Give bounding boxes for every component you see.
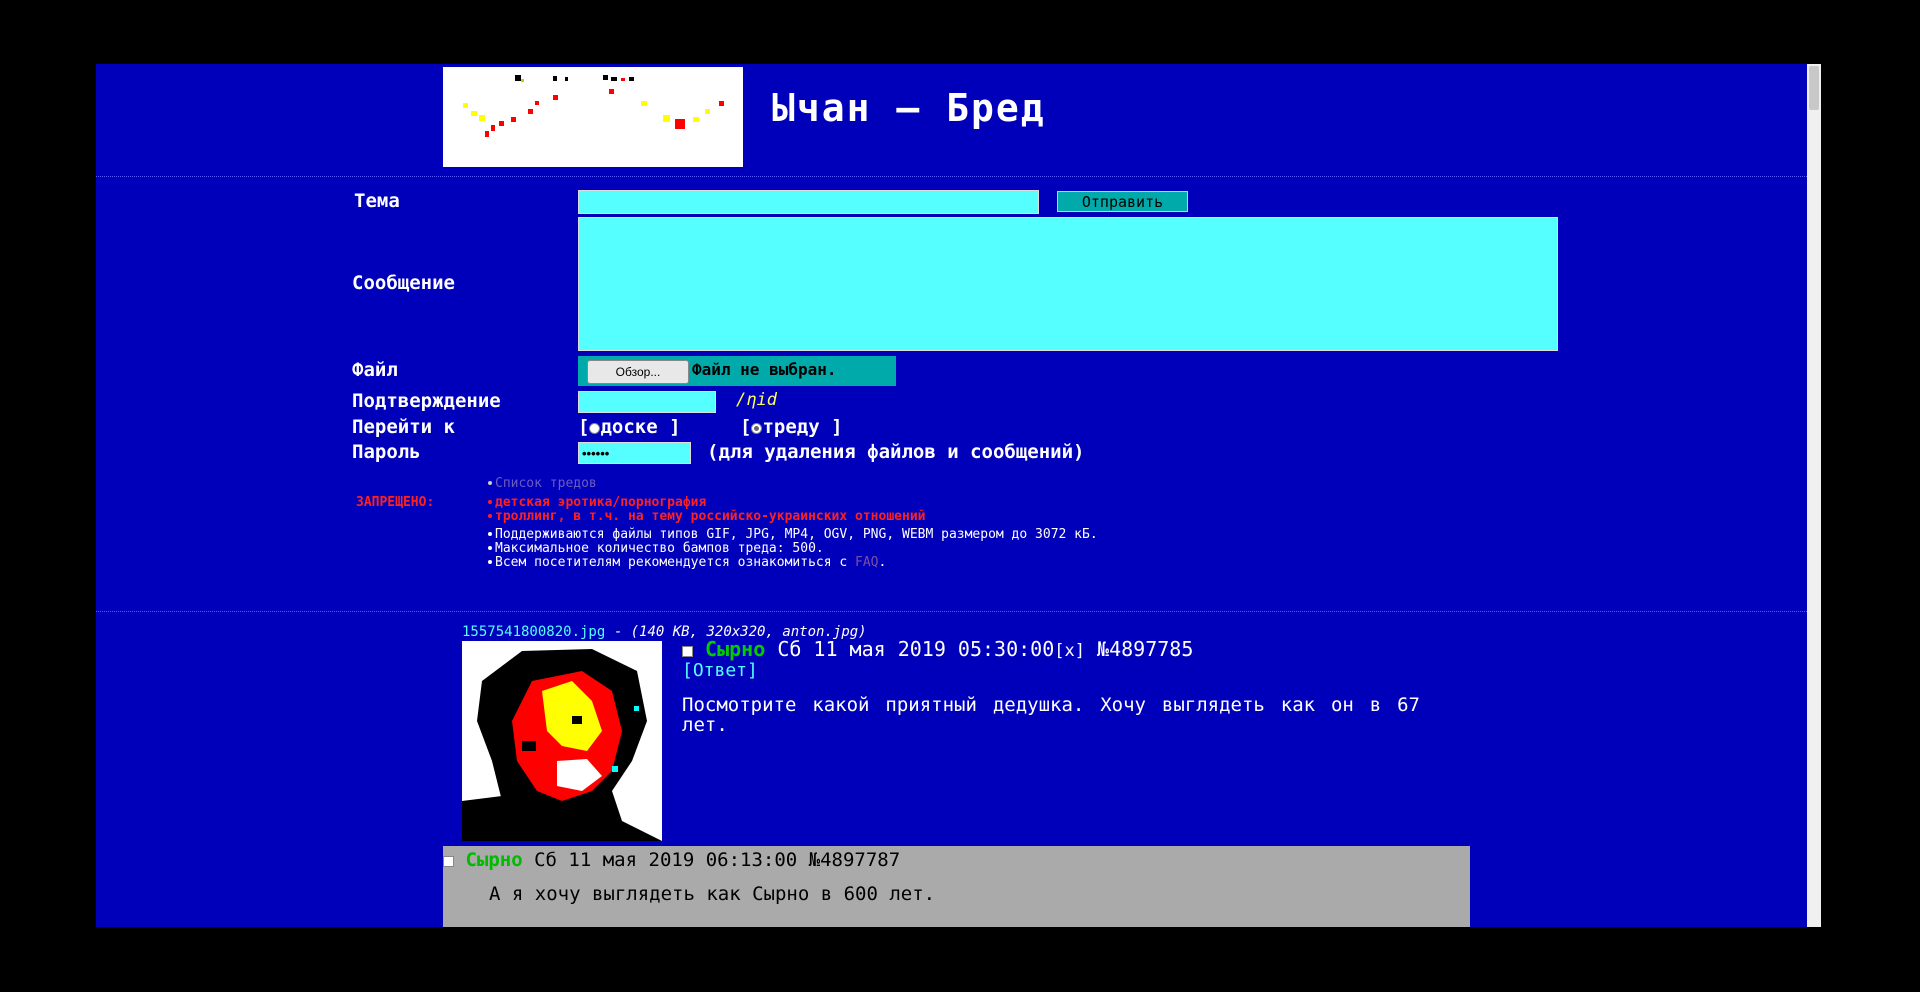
vertical-scrollbar[interactable]	[1807, 64, 1821, 927]
op-date: Сб 11 мая 2019 05:30:00	[777, 637, 1055, 661]
op-post-number[interactable]: №4897785	[1097, 637, 1193, 661]
goto-board-radio[interactable]	[589, 423, 601, 434]
goto-thread-label: треду	[762, 416, 820, 438]
header-divider	[96, 176, 1821, 177]
info-item: Максимальное количество бампов треда: 50…	[488, 542, 824, 556]
reply-poster-name: Сырно	[465, 849, 523, 871]
password-label: Пароль	[352, 441, 421, 463]
bullet-icon	[488, 514, 492, 518]
message-label: Сообщение	[352, 272, 455, 294]
reply-post-number[interactable]: №4897787	[809, 849, 901, 871]
goto-thread-option[interactable]: [треду ]	[740, 416, 843, 438]
reply-post: Сырно Сб 11 мая 2019 06:13:00 №4897787 А…	[443, 846, 1470, 927]
page: Ычан — Бред Тема Отправить Сообщение Фай…	[96, 64, 1821, 927]
file-link[interactable]: 1557541800820.jpg	[462, 624, 605, 640]
browse-button[interactable]: Обзор...	[587, 360, 689, 384]
scrollbar-thumb[interactable]	[1809, 66, 1819, 110]
forbidden-item: троллинг, в т.ч. на тему российско-украи…	[488, 510, 925, 524]
submit-button[interactable]: Отправить	[1057, 191, 1188, 212]
goto-thread-radio[interactable]	[751, 423, 763, 434]
faq-item: Всем посетителям рекомендуется ознакомит…	[488, 556, 886, 570]
faq-link[interactable]: FAQ	[855, 555, 878, 570]
file-status: Файл не выбран.	[692, 360, 837, 379]
forbidden-item: детская эротика/порнография	[488, 496, 706, 510]
bullet-icon	[488, 560, 492, 564]
op-reply-link[interactable]: [Ответ]	[682, 660, 758, 681]
op-poster-name: Сырно	[705, 637, 766, 661]
message-textarea[interactable]	[578, 217, 1558, 351]
op-post-header: Сырно Сб 11 мая 2019 05:30:00[x] №489778…	[682, 637, 1193, 661]
password-hint: (для удаления файлов и сообщений)	[707, 441, 1085, 463]
forbidden-label: ЗАПРЕЩЕНО:	[356, 495, 435, 510]
subject-label: Тема	[354, 190, 400, 212]
bullet-icon	[488, 532, 492, 536]
board-logo	[443, 67, 743, 167]
captcha-input[interactable]	[578, 391, 716, 413]
goto-board-option[interactable]: [доске ]	[578, 416, 681, 438]
reply-message: А я хочу выглядеть как Сырно в 600 лет.	[489, 883, 936, 905]
reply-checkbox[interactable]	[443, 856, 454, 867]
op-message: Посмотрите какой приятный дедушка. Хочу …	[682, 694, 1420, 736]
thread-list-link[interactable]: Список тредов	[495, 476, 597, 491]
goto-label: Перейти к	[352, 416, 455, 438]
captcha-label: Подтверждение	[352, 390, 501, 412]
form-divider	[96, 611, 1821, 612]
file-label: Файл	[352, 359, 398, 381]
reply-post-header: Сырно Сб 11 мая 2019 06:13:00 №4897787	[443, 849, 900, 871]
info-item: Поддерживаются файлы типов GIF, JPG, MP4…	[488, 528, 1098, 542]
thread-list-item[interactable]: Список тредов	[488, 477, 597, 491]
op-thumbnail[interactable]	[462, 641, 662, 841]
captcha-image: /ηid	[736, 390, 777, 410]
password-input[interactable]	[578, 442, 691, 464]
reply-date: Сб 11 мая 2019 06:13:00	[534, 849, 798, 871]
subject-input[interactable]	[578, 190, 1039, 214]
board-title: Ычан — Бред	[772, 86, 1046, 130]
bullet-icon	[488, 481, 492, 485]
op-delete-link[interactable]: [x]	[1054, 641, 1085, 661]
bullet-icon	[488, 546, 492, 550]
goto-board-label: доске	[600, 416, 658, 438]
op-checkbox[interactable]	[682, 646, 693, 657]
bullet-icon	[488, 500, 492, 504]
